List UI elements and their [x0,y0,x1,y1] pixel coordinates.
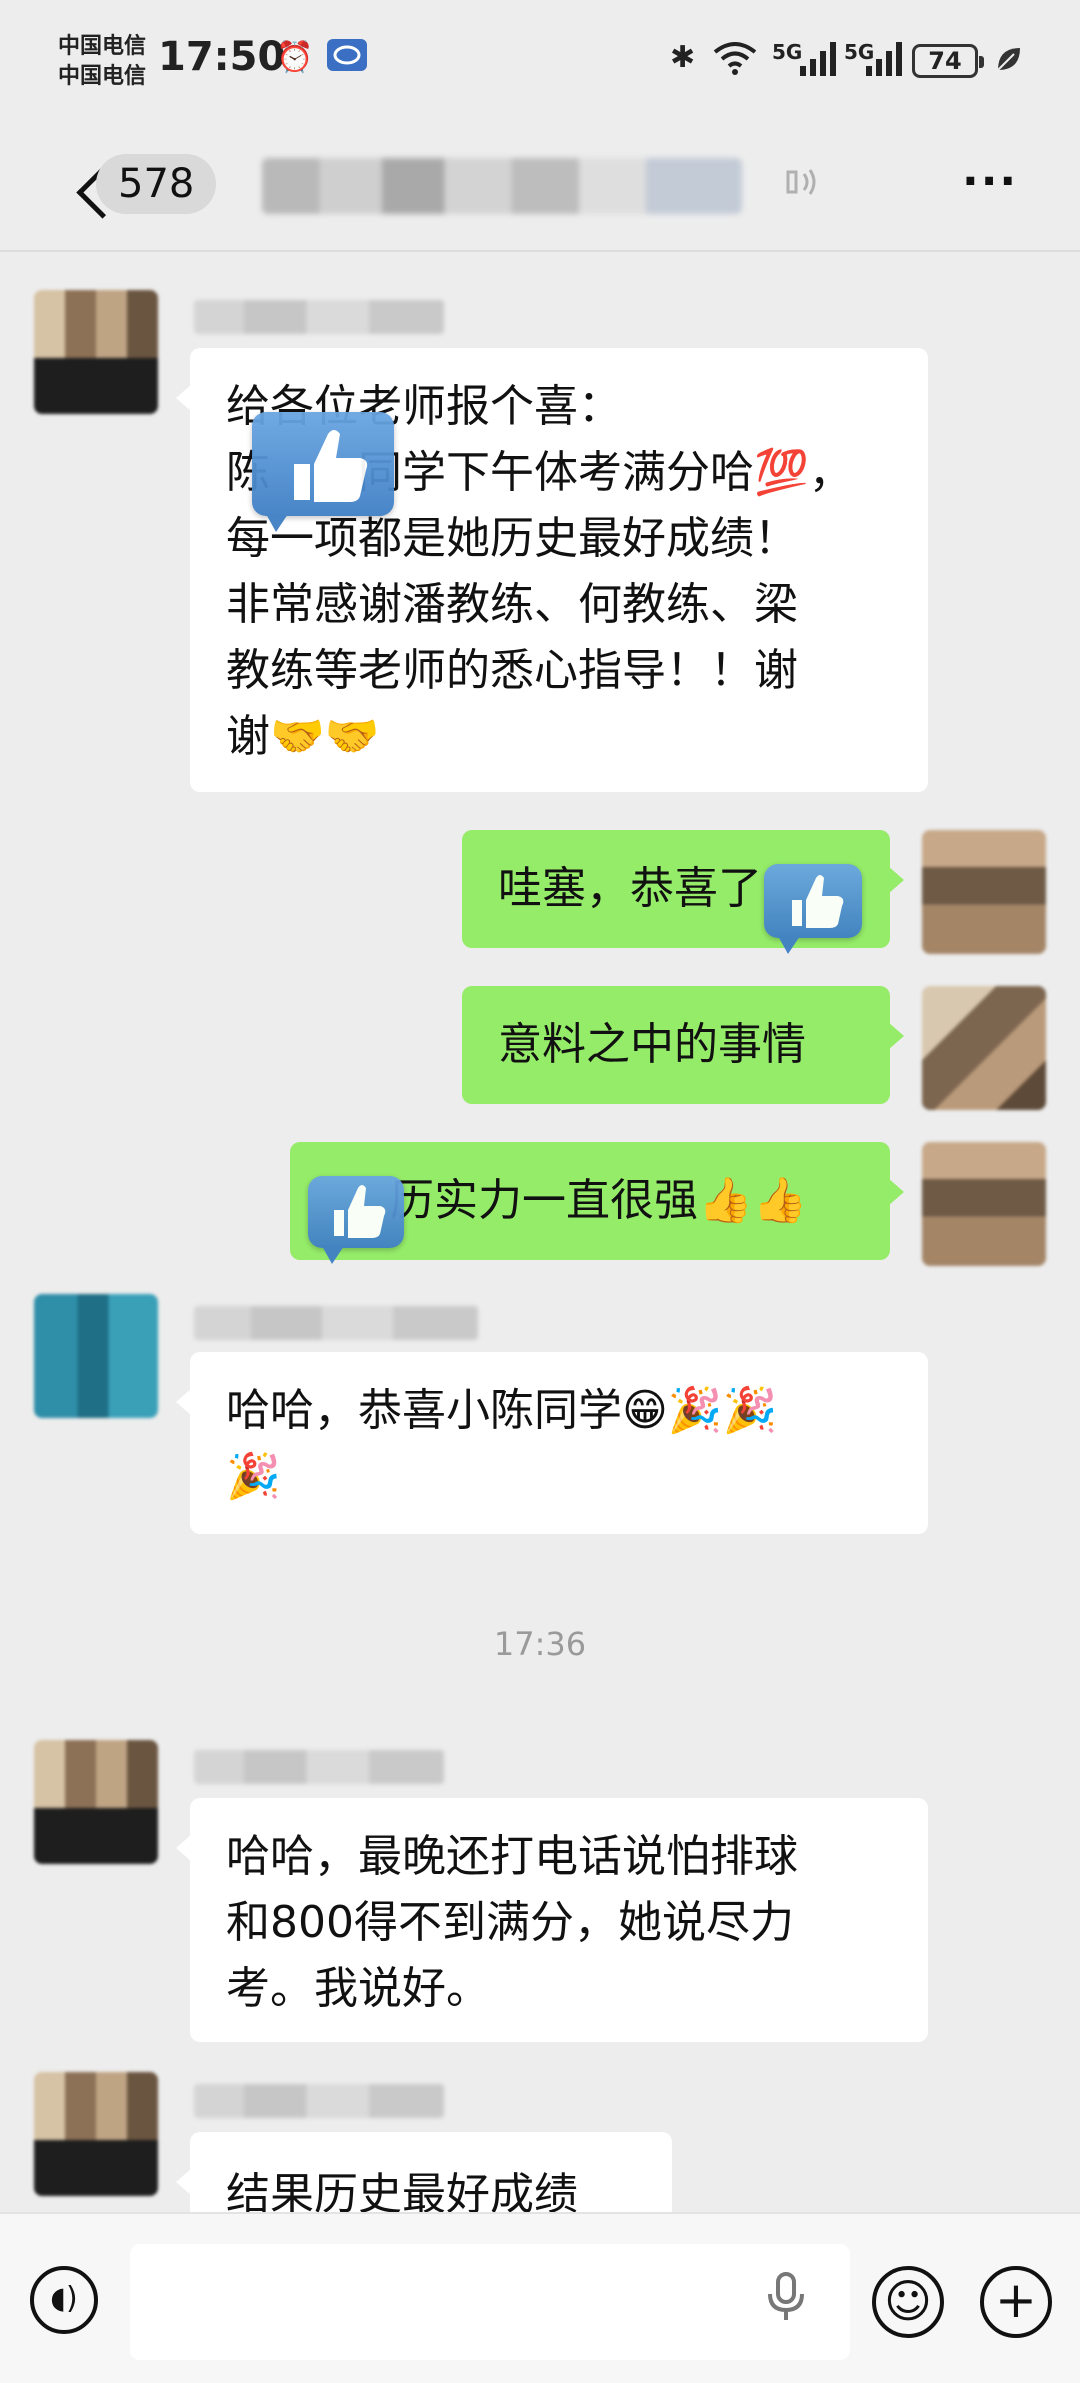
chat-header: 578 ··· [0,120,1080,250]
carrier-2: 中国电信 [58,64,147,89]
message-bubble-self[interactable]: 意料之中的事情 [462,986,904,1104]
sender-name-obscured [194,1750,444,1784]
message-line: 和800得不到满分，她说尽力 [226,1897,794,1948]
thumbs-up-sticker-icon [308,1176,404,1264]
unread-count-badge[interactable]: 578 [96,154,217,214]
message-input[interactable] [130,2244,850,2360]
message-bubble[interactable]: 哈哈，最晚还打电话说怕排球 和800得不到满分，她说尽力 考。我说好。 [176,1798,928,2042]
alarm-icon: ⏰ [276,40,314,75]
message-text: 意料之中的事情 [498,1019,806,1070]
avatar-self[interactable] [922,830,1046,954]
avatar[interactable] [34,1294,158,1418]
message-line: 谢🤝🤝 [226,711,380,762]
chat-title-obscured [262,158,742,214]
message-line: 考。我说好。 [226,1963,490,2014]
message-bubble[interactable]: 哈哈，恭喜小陈同学😁🎉🎉 🎉 [176,1352,928,1534]
app-notification-icon [326,38,368,80]
avatar-self[interactable] [922,1142,1046,1266]
leaf-icon [994,44,1024,82]
avatar[interactable] [34,290,158,414]
carrier-1: 中国电信 [58,34,147,59]
input-bar: ◖) ☺ + [0,2212,1080,2383]
voice-icon[interactable]: ◖) [30,2266,98,2334]
chat-timestamp: 17:36 [493,1625,587,1663]
message-line: 哈哈，最晚还打电话说怕排球 [226,1831,798,1882]
sender-name-obscured [194,300,444,334]
mute-voice-icon [782,162,822,211]
battery-indicator: 74 [912,44,984,78]
signal-2-icon [866,42,902,84]
thumbs-up-sticker-icon [252,412,394,532]
plus-icon[interactable]: + [980,2266,1052,2338]
microphone-icon[interactable] [766,2272,806,2333]
signal-1-label: 5G [772,40,803,64]
sender-name-obscured [194,2084,444,2118]
avatar[interactable] [34,2072,158,2196]
signal-1-icon [800,42,836,84]
message-text: 历实力一直很强👍👍 [390,1175,808,1226]
sender-name-obscured [194,1306,478,1340]
header-divider [0,250,1080,252]
avatar[interactable] [34,1740,158,1864]
wifi-icon [712,40,758,84]
more-options-button[interactable]: ··· [962,156,1018,207]
message-line: 非常感谢潘教练、何教练、梁 [226,579,798,630]
thumbs-up-sticker-icon [764,864,862,954]
bluetooth-icon: ✱ [670,40,696,75]
clock: 17:50 [158,34,286,80]
emoji-icon[interactable]: ☺ [872,2266,944,2338]
avatar-self[interactable] [922,986,1046,1110]
status-bar: 中国电信 中国电信 17:50 ⏰ ✱ 5G 5G 74 [0,0,1080,120]
message-line: 教练等老师的悉心指导！！谢 [226,645,798,696]
message-line: 哈哈，恭喜小陈同学😁🎉🎉 [226,1385,778,1436]
carrier-labels: 中国电信 中国电信 [58,32,146,92]
back-button[interactable] [38,142,129,232]
message-line: 🎉 [226,1451,281,1502]
